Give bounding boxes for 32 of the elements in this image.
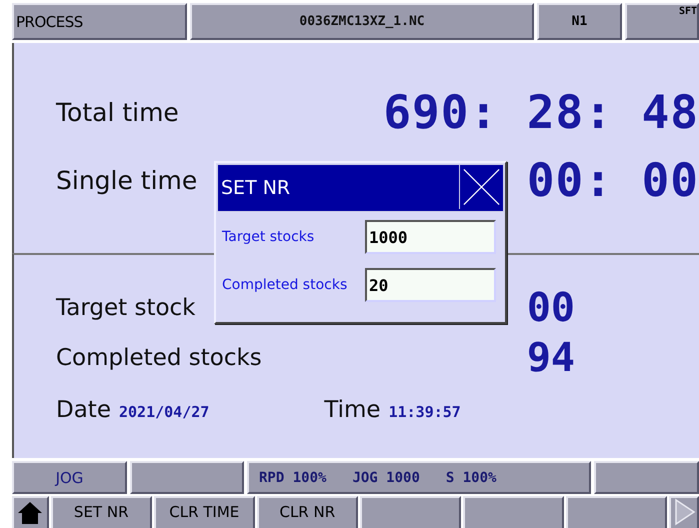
stock-label: Target stock — [56, 295, 196, 321]
input-field[interactable]: 1000 — [365, 220, 496, 254]
override-value: RPD 100% — [259, 470, 326, 486]
softkey-button[interactable]: SET NR — [50, 496, 152, 528]
shift-indicator: SFT — [625, 3, 699, 40]
time-label: Single time — [56, 166, 198, 194]
stock-value: 00 — [526, 285, 575, 331]
home-icon — [17, 501, 44, 525]
date-label: Date — [56, 397, 111, 423]
program-name: 0036ZMC13XZ_1.NC — [190, 3, 534, 40]
clock-value: 11:39:57 — [388, 403, 461, 421]
dialog-title: SET NR — [220, 176, 292, 201]
date-value: 2021/04/27 — [118, 403, 210, 421]
softkey-button[interactable]: CLR TIME — [154, 496, 255, 528]
override-value: JOG 1000 — [352, 470, 420, 486]
field-label: Target stocks — [222, 229, 316, 245]
stock-value: 94 — [526, 335, 575, 381]
time-value: 00: 00 — [526, 153, 699, 207]
home-button[interactable] — [12, 496, 49, 528]
sequence-number: N1 — [537, 3, 622, 40]
time-value: 690: 28: 48 — [383, 85, 699, 139]
arrow-icon — [674, 498, 696, 526]
field-label: Completed stocks — [222, 277, 348, 293]
time-label: Time — [324, 397, 381, 423]
time-label: Total time — [56, 98, 179, 126]
softkey-button[interactable]: CLR NR — [256, 496, 358, 528]
next-page-button[interactable] — [668, 496, 699, 528]
stock-label: Completed stocks — [56, 345, 262, 371]
override-value: S 100% — [446, 470, 496, 486]
input-field[interactable]: 20 — [365, 268, 496, 302]
mode-status: JOG — [12, 461, 127, 494]
mode-label: PROCESS — [12, 3, 187, 40]
